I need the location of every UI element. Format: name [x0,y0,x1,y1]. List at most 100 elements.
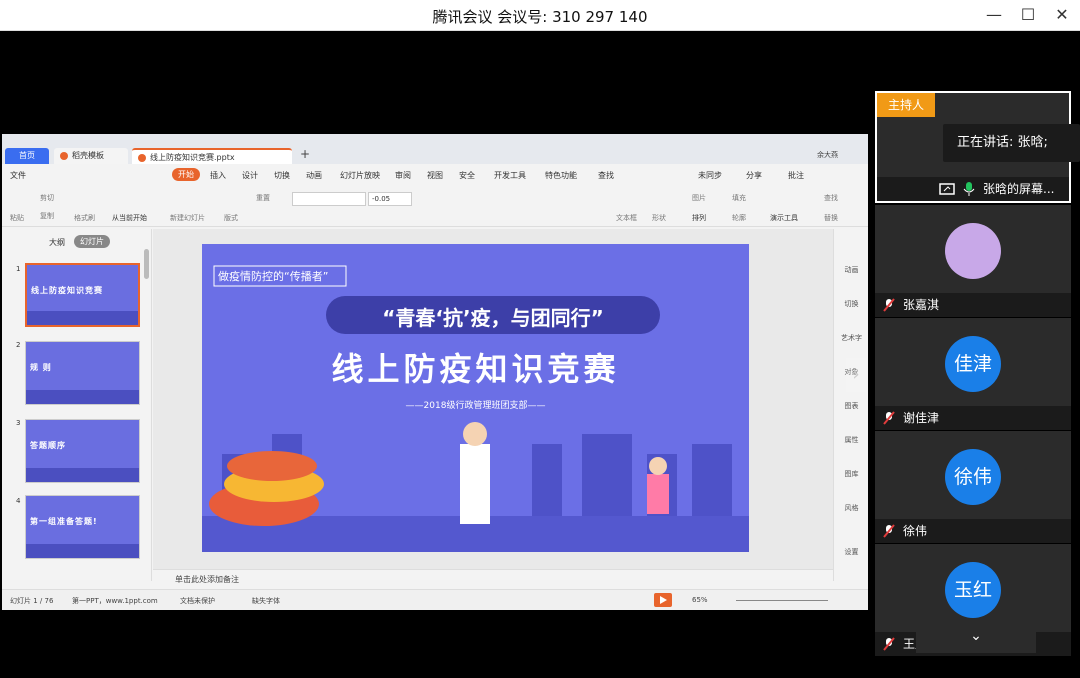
menu-slideshow[interactable]: 幻灯片放映 [340,170,380,181]
minimize-button[interactable]: — [980,4,1008,26]
font-size-select[interactable]: -0.05 [368,192,412,206]
docer-icon [60,151,68,160]
slide-editor[interactable]: 做疫情防控的“传播者” “青春‘抗’疫，与团同行” 线上防疫知识竞赛 ——201… [153,229,833,569]
tab-home[interactable]: 首页 [5,148,49,164]
thumb-skyline [27,311,138,325]
chevron-down-icon[interactable]: ⌄ [916,621,1036,653]
thumb-title: 规 则 [30,363,52,372]
next-page-icon[interactable]: › [846,358,866,392]
tab-templates[interactable]: 稻壳模板 [54,148,128,164]
thumb-skyline [26,390,139,404]
menu-features[interactable]: 特色功能 [545,170,577,181]
menu-security[interactable]: 安全 [459,170,475,181]
slide-counter: 幻灯片 1 / 76 [10,597,54,605]
menu-comment[interactable]: 批注 [788,170,804,181]
slides-tab[interactable]: 幻灯片 [74,235,110,248]
menu-share[interactable]: 分享 [746,170,762,181]
thumb-skyline [26,468,139,482]
arrange-button[interactable]: 排列 [692,213,706,223]
layout-button[interactable]: 版式 [224,213,238,223]
menu-review[interactable]: 审阅 [395,170,411,181]
format-painter-button[interactable]: 格式刷 [74,213,95,223]
slide-sidebar: 大纲 幻灯片 1 线上防疫知识竞赛 2 规 则 3 答题顺序 4 第一组准备答题… [2,229,152,581]
mic-muted-icon [883,524,895,538]
fill-button[interactable]: 填充 [732,193,746,203]
zoom-slider[interactable] [736,600,828,601]
panel-style[interactable]: 风格 [834,503,869,513]
participant-card[interactable]: 徐伟 徐伟 [875,431,1071,543]
from-current-button[interactable]: 从当前开始 [112,213,147,223]
participant-card[interactable]: 张嘉淇 [875,205,1071,317]
menu-view[interactable]: 视图 [427,170,443,181]
avatar: 佳津 [945,336,1001,392]
mic-on-icon [963,182,975,196]
find-button[interactable]: 查找 [824,193,838,203]
protection-status[interactable]: 文档未保护 [180,596,215,606]
current-slide[interactable]: 做疫情防控的“传播者” “青春‘抗’疫，与团同行” 线上防疫知识竞赛 ——201… [202,244,749,552]
panel-animation[interactable]: 动画 [834,265,869,275]
shape-button[interactable]: 形状 [652,213,666,223]
paste-button[interactable]: 粘贴 [10,213,24,223]
font-name-select[interactable] [292,192,366,206]
panel-transition[interactable]: 切换 [834,299,869,309]
missing-fonts[interactable]: 缺失字体 [252,596,280,606]
zoom-level[interactable]: 65% [692,596,708,604]
slide-thumbnail[interactable]: 第一组准备答题! [25,495,140,559]
panel-properties[interactable]: 属性 [834,435,869,445]
user-name[interactable]: 余大燕 [817,150,838,160]
new-tab-button[interactable]: + [300,147,310,161]
panel-chart[interactable]: 图表 [834,401,869,411]
new-slide-button[interactable]: 新建幻灯片 [170,213,205,223]
reset-button[interactable]: 重置 [256,193,270,203]
menu-devtools[interactable]: 开发工具 [494,170,526,181]
speaking-indicator: 正在讲话: 张晗; [943,124,1080,162]
participant-card[interactable]: 佳津 谢佳津 [875,318,1071,430]
panel-wordart[interactable]: 艺术字 [834,333,869,343]
slide-thumbnail[interactable]: 规 则 [25,341,140,405]
slide-thumbnail[interactable]: 答题顺序 [25,419,140,483]
shared-screen[interactable]: 首页 稻壳模板 线上防疫知识竞赛.pptx + 余大燕 文件 开始 插入 设计 … [2,134,868,610]
panel-settings[interactable]: 设置 [834,547,869,557]
menu-find[interactable]: 查找 [598,170,614,181]
participant-name: 谢佳津 [875,406,1071,430]
thumb-skyline [26,544,139,558]
mic-muted-icon [883,298,895,312]
menu-sync[interactable]: 未同步 [698,170,722,181]
replace-button[interactable]: 替换 [824,213,838,223]
menu-animation[interactable]: 动画 [306,170,322,181]
picture-button[interactable]: 图片 [692,193,706,203]
avatar: 徐伟 [945,449,1001,505]
task-panel: 动画 切换 艺术字 对象 图表 属性 图库 风格 设置 [833,229,868,581]
close-button[interactable]: ✕ [1048,4,1076,26]
outline-tab[interactable]: 大纲 [49,237,65,248]
maximize-button[interactable]: ☐ [1014,4,1042,26]
outline-button[interactable]: 轮廓 [732,213,746,223]
avatar: 玉红 [945,562,1001,618]
tab-document[interactable]: 线上防疫知识竞赛.pptx [132,148,292,164]
thumb-title: 线上防疫知识竞赛 [31,286,103,295]
slide-subtitle: ——2018级行政管理班团支部—— [405,401,546,411]
slide-thumbnail[interactable]: 线上防疫知识竞赛 [25,263,140,327]
menu-file[interactable]: 文件 [10,170,26,181]
notes-bar[interactable]: 单击此处添加备注 [153,569,833,587]
cut-button[interactable]: 剪切 [40,193,54,203]
slide-tagline: 做疫情防控的“传播者” [218,270,329,283]
menu-transition[interactable]: 切换 [274,170,290,181]
menu-insert[interactable]: 插入 [210,170,226,181]
play-slideshow-button[interactable] [654,593,672,607]
thumb-scrollbar[interactable] [144,249,149,279]
mic-muted-icon [883,637,895,651]
thumb-title: 答题顺序 [30,441,66,450]
host-badge: 主持人 [877,93,935,117]
menu-design[interactable]: 设计 [242,170,258,181]
thumb-number: 4 [16,497,21,505]
textbox-button[interactable]: 文本框 [616,213,637,223]
thumb-number: 2 [16,341,21,349]
thumb-number: 3 [16,419,21,427]
copy-button[interactable]: 复制 [40,211,54,221]
sidebar-header: 大纲 幻灯片 [2,235,152,251]
panel-gallery[interactable]: 图库 [834,469,869,479]
wps-tabbar: 首页 稻壳模板 线上防疫知识竞赛.pptx + 余大燕 [2,134,868,164]
menu-home[interactable]: 开始 [172,168,200,181]
presentation-tools-button[interactable]: 演示工具 [770,213,798,223]
